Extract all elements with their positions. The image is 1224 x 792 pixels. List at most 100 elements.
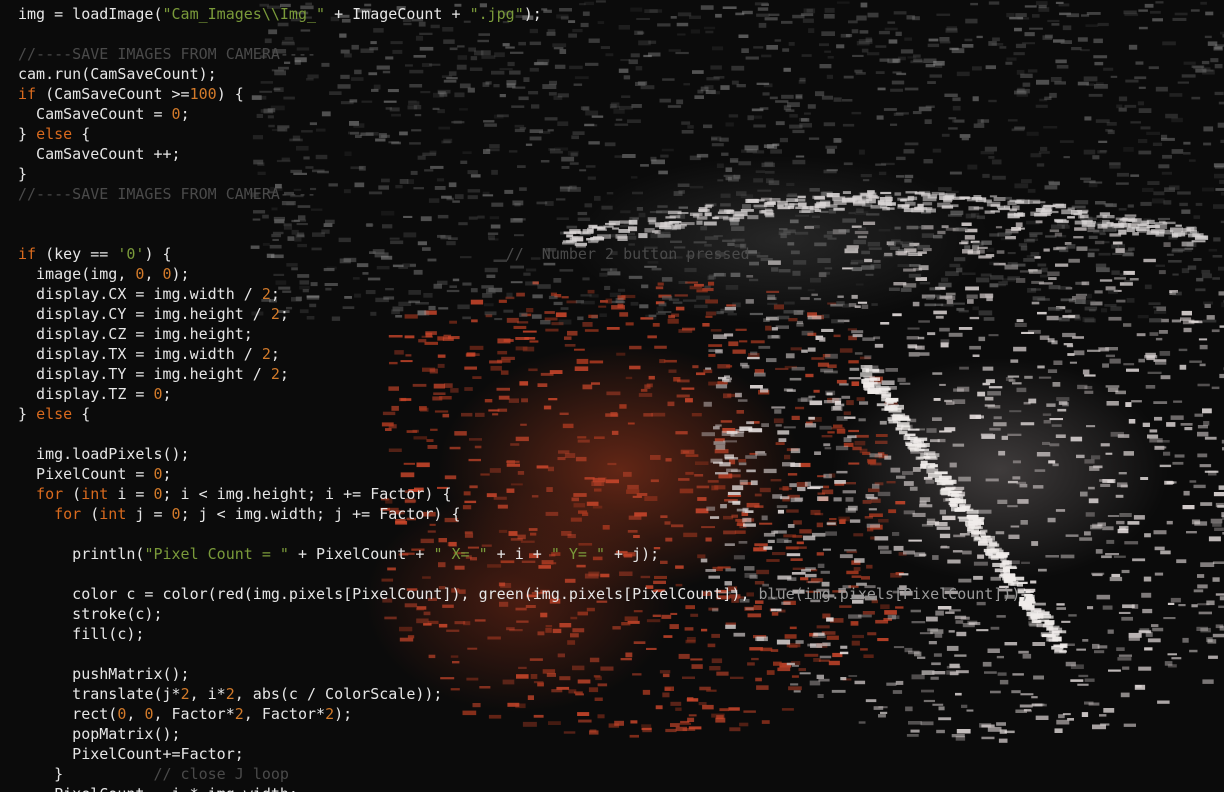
- code-line[interactable]: pushMatrix();: [18, 664, 1218, 684]
- code-token: 2: [180, 685, 190, 703]
- code-token: {: [72, 405, 91, 423]
- code-token: );: [523, 5, 542, 23]
- code-line[interactable]: if (CamSaveCount >=100) {: [18, 84, 1218, 104]
- code-token: }: [18, 405, 37, 423]
- code-line[interactable]: img = loadImage("Cam_Images\\Img_" + Ima…: [18, 4, 1218, 24]
- code-line[interactable]: PixelCount = 0;: [18, 464, 1218, 484]
- code-line[interactable]: }: [18, 164, 1218, 184]
- code-token: ,: [126, 705, 145, 723]
- code-line[interactable]: display.TZ = 0;: [18, 384, 1218, 404]
- code-token: color c = color(red(img.pixels[PixelCoun…: [18, 585, 759, 603]
- code-line[interactable]: CamSaveCount = 0;: [18, 104, 1218, 124]
- code-line[interactable]: rect(0, 0, Factor*2, Factor*2);: [18, 704, 1218, 724]
- code-line[interactable]: } else {: [18, 124, 1218, 144]
- point-dash: [1218, 605, 1224, 608]
- code-token: //----SAVE IMAGES FROM CAMERA----: [18, 45, 317, 63]
- code-token: , Factor*: [153, 705, 235, 723]
- code-line[interactable]: [18, 424, 1218, 444]
- code-token: ;: [270, 285, 280, 303]
- code-line[interactable]: popMatrix();: [18, 724, 1218, 744]
- code-line[interactable]: } // close J loop: [18, 764, 1218, 784]
- code-token: ;: [270, 345, 280, 363]
- code-line[interactable]: CamSaveCount ++;: [18, 144, 1218, 164]
- code-token: }: [18, 125, 37, 143]
- code-token: ".jpg": [469, 5, 524, 23]
- code-editor[interactable]: img = loadImage("Cam_Images\\Img_" + Ima…: [18, 4, 1218, 792]
- code-token: ;: [180, 105, 190, 123]
- code-token: img.loadPixels();: [18, 445, 190, 463]
- code-line[interactable]: PixelCount+=Factor;: [18, 744, 1218, 764]
- code-token: int: [81, 485, 109, 503]
- point-dash: [1218, 266, 1224, 271]
- code-token: rect(: [18, 705, 118, 723]
- point-dash: [1219, 325, 1224, 328]
- code-token: CamSaveCount =: [18, 105, 172, 123]
- code-line[interactable]: stroke(c);: [18, 604, 1218, 624]
- code-line[interactable]: //----SAVE IMAGES FROM CAMERA----: [18, 184, 1218, 204]
- code-token: ;: [279, 365, 289, 383]
- code-line[interactable]: display.CX = img.width / 2;: [18, 284, 1218, 304]
- code-line[interactable]: image(img, 0, 0);: [18, 264, 1218, 284]
- code-line[interactable]: for (int i = 0; i < img.height; i += Fac…: [18, 484, 1218, 504]
- code-token: (CamSaveCount >=: [36, 85, 190, 103]
- code-token: , i*: [189, 685, 226, 703]
- code-token: display.TX = img.width /: [18, 345, 262, 363]
- code-token: println(: [18, 545, 145, 563]
- code-line[interactable]: println("Pixel Count = " + PixelCount + …: [18, 544, 1218, 564]
- code-token: }: [18, 765, 154, 783]
- point-dash: [1220, 31, 1224, 35]
- code-token: stroke(c);: [18, 605, 163, 623]
- code-token: );: [171, 265, 190, 283]
- code-token: ;: [162, 465, 172, 483]
- code-line[interactable]: [18, 224, 1218, 244]
- code-line[interactable]: if (key == '0') { // Number 2 button pre…: [18, 244, 1218, 264]
- code-line[interactable]: } else {: [18, 404, 1218, 424]
- code-token: for: [18, 505, 82, 523]
- code-token: 0: [153, 385, 163, 403]
- code-token: for: [18, 485, 64, 503]
- point-dash: [1217, 505, 1224, 508]
- code-token: image(img,: [18, 265, 136, 283]
- code-line[interactable]: [18, 204, 1218, 224]
- code-line[interactable]: PixelCount = i * img.width;: [18, 784, 1218, 792]
- code-token: display.TZ =: [18, 385, 154, 403]
- code-token: ,: [144, 265, 163, 283]
- code-line[interactable]: display.TY = img.height / 2;: [18, 364, 1218, 384]
- code-token: // close J loop: [153, 765, 289, 783]
- code-line[interactable]: translate(j*2, i*2, abs(c / ColorScale))…: [18, 684, 1218, 704]
- point-dash: [1219, 373, 1224, 379]
- code-token: 2: [234, 705, 244, 723]
- code-token: PixelCount = i * img.width;: [18, 785, 298, 792]
- point-dash: [1218, 291, 1224, 296]
- code-token: else: [36, 125, 73, 143]
- code-line[interactable]: fill(c);: [18, 624, 1218, 644]
- point-dash: [1218, 101, 1224, 105]
- code-token: int: [99, 505, 127, 523]
- code-token: else: [36, 405, 73, 423]
- code-line[interactable]: cam.run(CamSaveCount);: [18, 64, 1218, 84]
- code-line[interactable]: [18, 524, 1218, 544]
- code-token: ; j < img.width; j += Factor) {: [180, 505, 461, 523]
- code-line[interactable]: display.CY = img.height / 2;: [18, 304, 1218, 324]
- code-line[interactable]: [18, 564, 1218, 584]
- code-token: "Cam_Images\\Img_": [162, 5, 326, 23]
- code-line[interactable]: [18, 24, 1218, 44]
- code-line[interactable]: [18, 644, 1218, 664]
- code-line[interactable]: display.CZ = img.height;: [18, 324, 1218, 344]
- code-token: j =: [126, 505, 172, 523]
- code-token: , Factor*: [243, 705, 326, 723]
- code-token: PixelCount+=Factor;: [18, 745, 244, 763]
- code-token: i =: [108, 485, 154, 503]
- code-token: if: [18, 85, 37, 103]
- code-token: ;: [279, 305, 289, 323]
- code-line[interactable]: color c = color(red(img.pixels[PixelCoun…: [18, 584, 1218, 604]
- code-token: display.TY = img.height /: [18, 365, 271, 383]
- code-line[interactable]: img.loadPixels();: [18, 444, 1218, 464]
- code-line[interactable]: //----SAVE IMAGES FROM CAMERA----: [18, 44, 1218, 64]
- code-line[interactable]: display.TX = img.width / 2;: [18, 344, 1218, 364]
- code-token: pushMatrix();: [18, 665, 190, 683]
- code-token: ; i < img.height; i += Factor) {: [162, 485, 452, 503]
- code-token: display.CZ = img.height;: [18, 325, 253, 343]
- code-line[interactable]: for (int j = 0; j < img.width; j += Fact…: [18, 504, 1218, 524]
- code-token: ) {: [144, 245, 506, 263]
